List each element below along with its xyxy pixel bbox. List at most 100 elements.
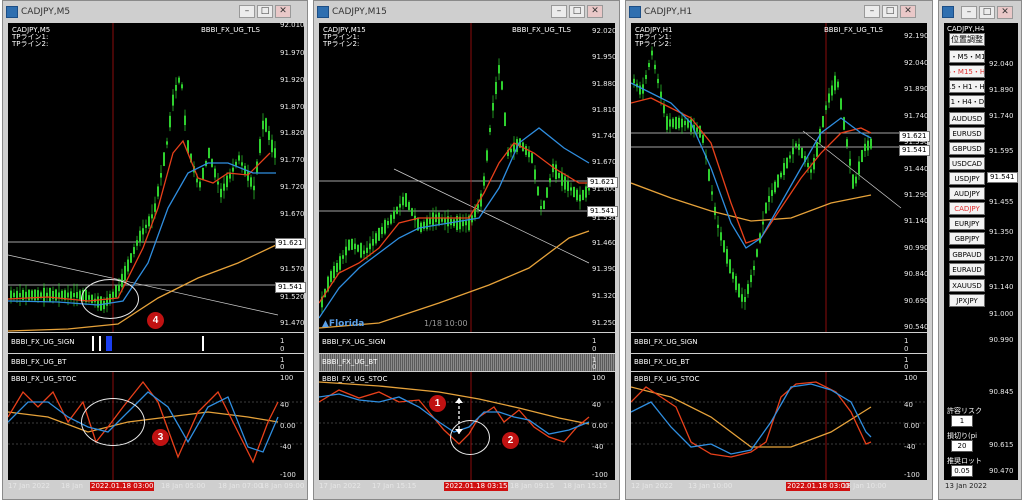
main-price-chart[interactable]: CADJPY,M15 TPライン1: TPライン2: BBBI_FX_UG_TL… xyxy=(319,23,615,332)
cursor-time-label: 2022.01.18 03:00 xyxy=(786,482,851,491)
candle-body xyxy=(148,216,150,227)
minimize-icon[interactable]: – xyxy=(864,5,880,18)
candle-body xyxy=(250,177,252,187)
minimize-icon[interactable]: – xyxy=(239,5,255,18)
symbol-euraud-button[interactable]: EURAUD xyxy=(949,263,985,276)
candle-body xyxy=(220,188,222,198)
close-icon[interactable]: ✕ xyxy=(900,5,916,18)
chart-window-m15[interactable]: CADJPY,M15 – □ ✕ CADJPY,M15 TPライン1: TPライ… xyxy=(313,0,620,500)
candle-body xyxy=(765,202,767,214)
candle-body xyxy=(333,265,335,279)
stoc-subwindow[interactable]: BBBI_FX_UG_STOC xyxy=(631,372,927,480)
candle-body xyxy=(268,131,270,140)
symbol-xauusd-button[interactable]: XAUUSD xyxy=(949,279,985,292)
annotation-badge: 1 xyxy=(429,395,446,412)
bt-label: BBBI_FX_UG_BT xyxy=(322,358,378,366)
symbol-gbpusd-button[interactable]: GBPUSD xyxy=(949,142,985,155)
sign-subwindow[interactable]: BBBI_FX_UG_SIGN xyxy=(8,333,304,353)
symbol-eurjpy-button[interactable]: EURJPY xyxy=(949,217,985,230)
symbol-jpxjpy-button[interactable]: JPXJPY xyxy=(949,294,985,307)
maximize-icon[interactable]: □ xyxy=(979,5,995,19)
tf-m1-m5-m15-button[interactable]: I1・M5・M15 xyxy=(949,50,985,63)
price-tag: 91.541 xyxy=(275,282,306,293)
candle-body xyxy=(172,94,174,106)
stoc-slow-line xyxy=(319,381,590,425)
candle-body xyxy=(714,206,716,216)
candle-body xyxy=(399,203,401,208)
close-icon[interactable]: ✕ xyxy=(587,5,603,18)
stoc-subwindow[interactable]: BBBI_FX_UG_STOC 3 xyxy=(8,372,304,480)
risk-input[interactable]: 1 xyxy=(951,415,973,427)
candle-body xyxy=(564,176,566,190)
stoc-canvas xyxy=(631,372,927,480)
symbol-usdjpy-button[interactable]: USDJPY xyxy=(949,172,985,185)
close-icon[interactable]: ✕ xyxy=(275,5,291,18)
chart-icon xyxy=(942,6,954,18)
candle-body xyxy=(274,148,276,158)
ma-long-line xyxy=(319,230,590,329)
ma-mid-line xyxy=(631,82,872,249)
candle-body xyxy=(426,217,428,230)
maximize-icon[interactable]: □ xyxy=(569,5,585,18)
sign-subwindow[interactable]: BBBI_FX_UG_SIGN xyxy=(319,333,615,353)
main-price-chart[interactable]: CADJPY,H1 TPライン1: TPライン2: BBBI_FX_UG_TLS xyxy=(631,23,927,332)
candle-body xyxy=(157,186,159,197)
candle-body xyxy=(828,93,830,103)
symbol-cadjpy-button[interactable]: CADJPY xyxy=(949,202,985,215)
tp2-label: TPライン2: xyxy=(635,40,672,48)
tf-m15-h1-h4-button[interactable]: I15・H1・H4 xyxy=(949,80,985,93)
candle-body xyxy=(489,127,491,133)
bt-subwindow[interactable]: BBBI_FX_UG_BT xyxy=(8,354,304,371)
minimize-icon[interactable]: – xyxy=(961,5,977,19)
candle-body xyxy=(666,116,668,130)
symbol-usdcad-button[interactable]: USDCAD xyxy=(949,157,985,170)
date-watermark: 1/18 10:00 xyxy=(424,319,468,328)
stoc-d-line xyxy=(631,383,872,455)
candle-body xyxy=(735,276,737,290)
bt-subwindow[interactable]: BBBI_FX_UG_BT xyxy=(319,354,615,371)
candle-body xyxy=(579,194,581,202)
window-titlebar[interactable]: – □ ✕ xyxy=(939,1,1021,23)
candle-body xyxy=(789,155,791,159)
candle-body xyxy=(253,185,255,191)
position-adjust-button[interactable]: 位置調整 xyxy=(949,33,985,46)
symbol-eurusd-button[interactable]: EURUSD xyxy=(949,127,985,140)
candle-body xyxy=(768,196,770,202)
chart-window-h1[interactable]: CADJPY,H1 – □ ✕ CADJPY,H1 TPライン1: TPライン2… xyxy=(625,0,933,500)
sign-subwindow[interactable]: BBBI_FX_UG_SIGN xyxy=(631,333,927,353)
candle-body xyxy=(124,265,126,281)
candle-body xyxy=(360,243,362,258)
candle-body xyxy=(363,250,365,255)
maximize-icon[interactable]: □ xyxy=(882,5,898,18)
candle-body xyxy=(405,193,407,207)
candle-body xyxy=(834,75,836,91)
maximize-icon[interactable]: □ xyxy=(257,5,273,18)
candle-body xyxy=(390,214,392,224)
stoc-subwindow[interactable]: BBBI_FX_UG_STOC 1 2 xyxy=(319,372,615,480)
candle-body xyxy=(534,169,536,180)
candle-body xyxy=(744,296,746,303)
window-title: CADJPY,H1 xyxy=(644,7,693,17)
candle-body xyxy=(780,172,782,178)
symbol-gbpaud-button[interactable]: GBPAUD xyxy=(949,248,985,261)
main-price-chart[interactable]: CADJPY,M5 TPライン1: TPライン2: BBBI_FX_UG_TLS… xyxy=(8,23,304,332)
tf-m5-m15-h1-button[interactable]: I5・M15・H1 xyxy=(949,65,985,78)
candle-body xyxy=(774,181,776,193)
stoploss-input[interactable]: 20 xyxy=(951,440,973,452)
minimize-icon[interactable]: – xyxy=(551,5,567,18)
candle-body xyxy=(34,289,36,301)
candle-body xyxy=(840,98,842,110)
symbol-audjpy-button[interactable]: AUDJPY xyxy=(949,187,985,200)
symbol-audusd-button[interactable]: AUDUSD xyxy=(949,112,985,125)
candle-body xyxy=(777,174,779,188)
candle-body xyxy=(241,162,243,166)
bt-subwindow[interactable]: BBBI_FX_UG_BT xyxy=(631,354,927,371)
candle-body xyxy=(196,178,198,183)
tf-h1-h4-d1-button[interactable]: H1・H4・D1 xyxy=(949,95,985,108)
candle-body xyxy=(262,120,264,130)
close-icon[interactable]: ✕ xyxy=(997,5,1013,19)
chart-window-m5[interactable]: CADJPY,M5 – □ ✕ CADJPY,M5 TPライン1: TPライン2… xyxy=(2,0,308,500)
bt-label: BBBI_FX_UG_BT xyxy=(634,358,690,366)
candle-body xyxy=(858,161,860,175)
symbol-gbpjpy-button[interactable]: GBPJPY xyxy=(949,232,985,245)
